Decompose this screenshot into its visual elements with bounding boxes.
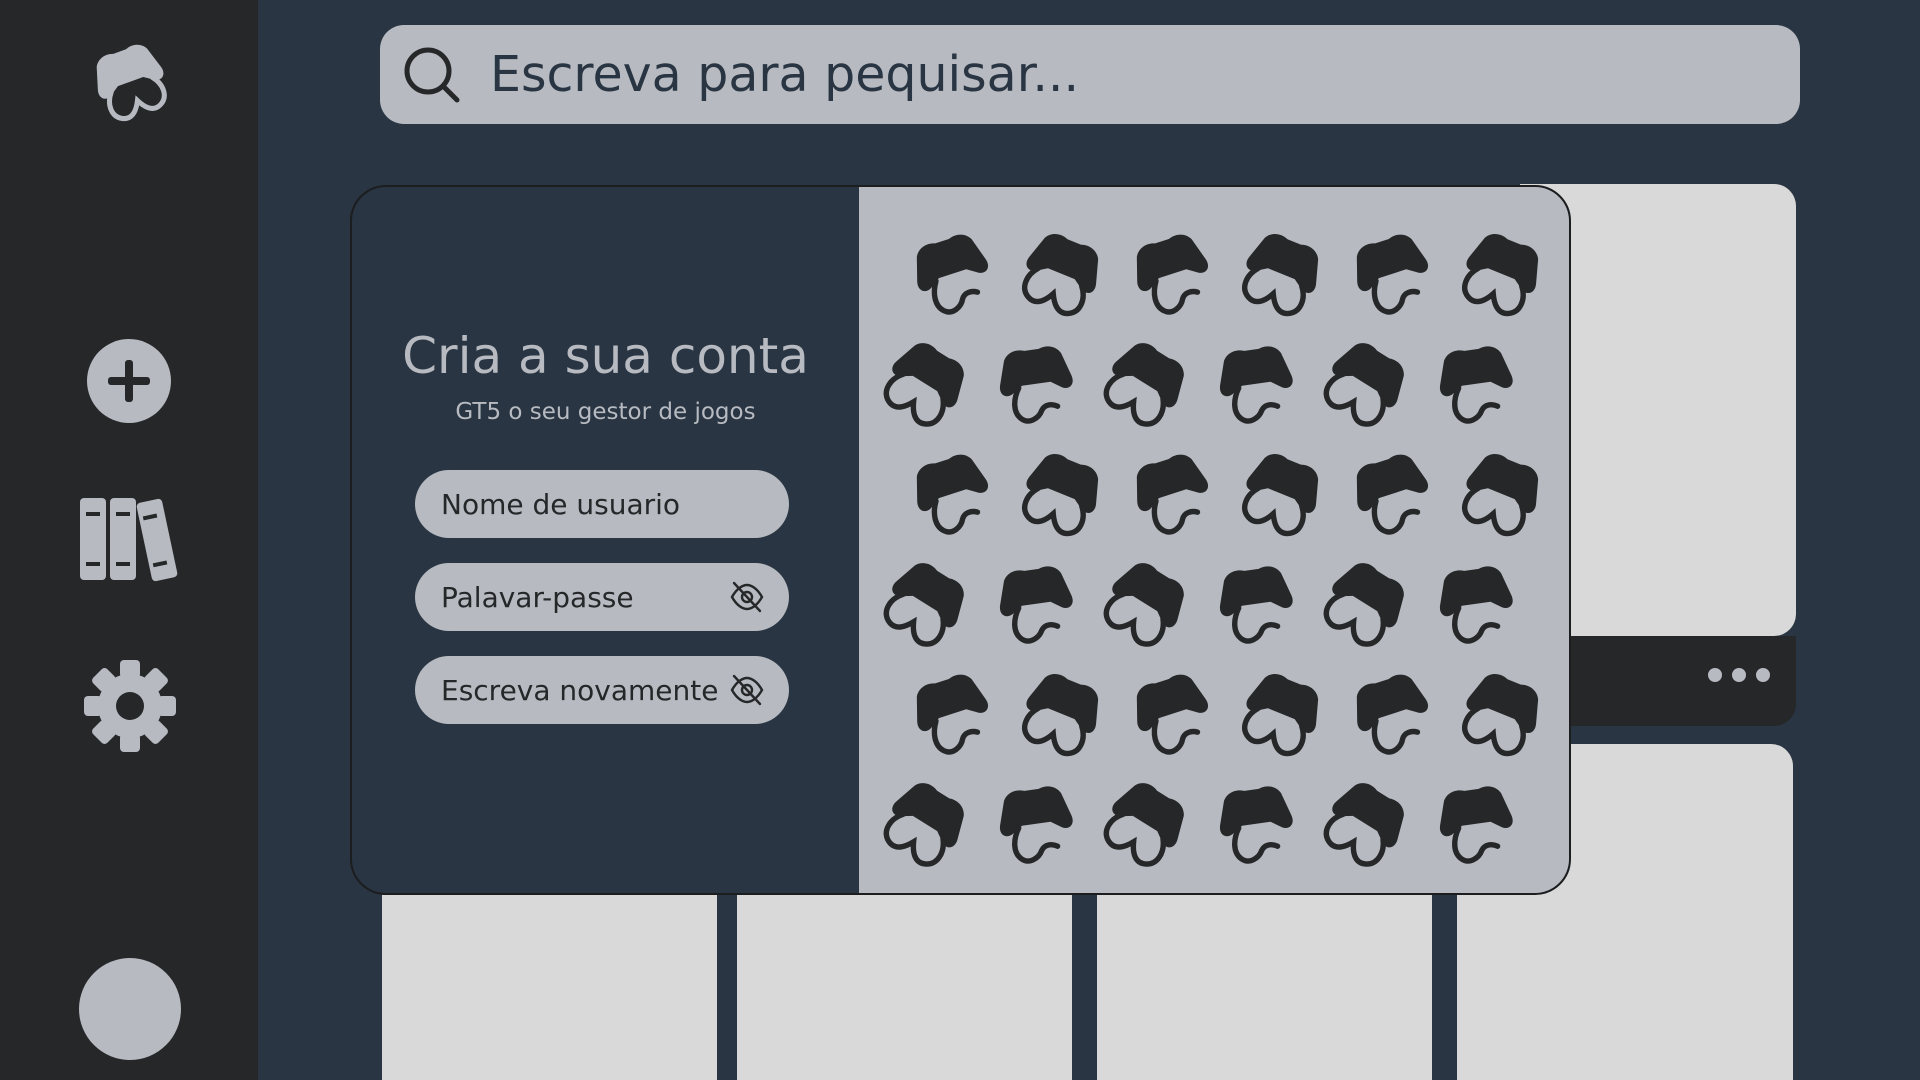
modal-subtitle: GT5 o seu gestor de jogos <box>455 399 756 425</box>
search-icon <box>404 47 460 103</box>
password-input[interactable] <box>441 563 721 631</box>
modal-title: Cria a sua conta <box>402 327 809 385</box>
gamepad-pattern-icon <box>1014 227 1109 321</box>
eye-off-icon[interactable] <box>729 579 765 615</box>
gamepad-pattern-icon <box>1127 229 1219 320</box>
gamepad-pattern-icon <box>995 343 1078 424</box>
gamepad-pattern-icon <box>875 554 975 653</box>
gamepad-pattern-icon <box>1095 334 1195 433</box>
game-card[interactable] <box>382 890 717 1080</box>
gamepad-pattern-icon <box>1435 563 1518 644</box>
gamepad-pattern-icon <box>1315 334 1415 433</box>
gamepad-pattern-icon <box>907 449 999 540</box>
gamepad-pattern-icon <box>1234 667 1329 761</box>
gamepad-pattern-icon <box>907 229 999 320</box>
gamepad-pattern-icon <box>1315 774 1415 873</box>
gamepad-pattern-icon <box>1234 447 1329 541</box>
sidebar <box>0 0 258 1080</box>
gamepad-pattern-icon <box>1215 783 1298 864</box>
gamepad-pattern-icon <box>1454 227 1549 321</box>
username-input[interactable] <box>441 470 771 538</box>
gamepad-pattern-icon <box>1435 783 1518 864</box>
game-card[interactable] <box>737 890 1072 1080</box>
gamepad-pattern-icon <box>1234 227 1329 321</box>
add-button[interactable] <box>86 338 172 424</box>
gamepad-pattern-icon <box>1347 229 1439 320</box>
gamepad-pattern-icon <box>1095 554 1195 653</box>
gamepad-pattern-icon <box>907 669 999 760</box>
avatar[interactable] <box>79 958 181 1060</box>
gamepad-pattern-icon <box>875 774 975 873</box>
eye-off-icon[interactable] <box>729 672 765 708</box>
library-button[interactable] <box>78 496 182 582</box>
signup-modal: Cria a sua conta GT5 o seu gestor de jog… <box>350 185 1571 895</box>
gamepad-logo-icon[interactable] <box>84 38 176 122</box>
gamepad-pattern-icon <box>1127 669 1219 760</box>
gamepad-pattern-icon <box>1315 554 1415 653</box>
username-field[interactable] <box>415 470 789 538</box>
gamepad-pattern-icon <box>1347 669 1439 760</box>
confirm-password-input[interactable] <box>441 656 721 724</box>
confirm-password-field[interactable] <box>415 656 789 724</box>
search-input[interactable] <box>490 25 1770 124</box>
more-dots-icon[interactable] <box>1704 664 1774 686</box>
settings-button[interactable] <box>80 654 180 758</box>
gamepad-pattern-icon <box>1454 667 1549 761</box>
game-card[interactable] <box>1097 890 1432 1080</box>
gamepad-pattern-icon <box>995 783 1078 864</box>
gamepad-pattern-icon <box>1014 447 1109 541</box>
gamepad-pattern-icon <box>1347 449 1439 540</box>
gamepad-pattern-icon <box>1435 343 1518 424</box>
gamepad-pattern-icon <box>1215 343 1298 424</box>
gamepad-pattern-icon <box>1215 563 1298 644</box>
gamepad-pattern-icon <box>859 187 1571 895</box>
gamepad-pattern-icon <box>1454 447 1549 541</box>
password-field[interactable] <box>415 563 789 631</box>
gamepad-pattern-icon <box>1014 667 1109 761</box>
gamepad-pattern-icon <box>875 334 975 433</box>
gamepad-pattern-icon <box>1095 774 1195 873</box>
gamepad-pattern-panel <box>859 187 1571 895</box>
search-bar[interactable] <box>380 25 1800 124</box>
game-card[interactable] <box>1457 890 1793 1080</box>
gamepad-pattern-icon <box>995 563 1078 644</box>
gamepad-pattern-icon <box>1127 449 1219 540</box>
